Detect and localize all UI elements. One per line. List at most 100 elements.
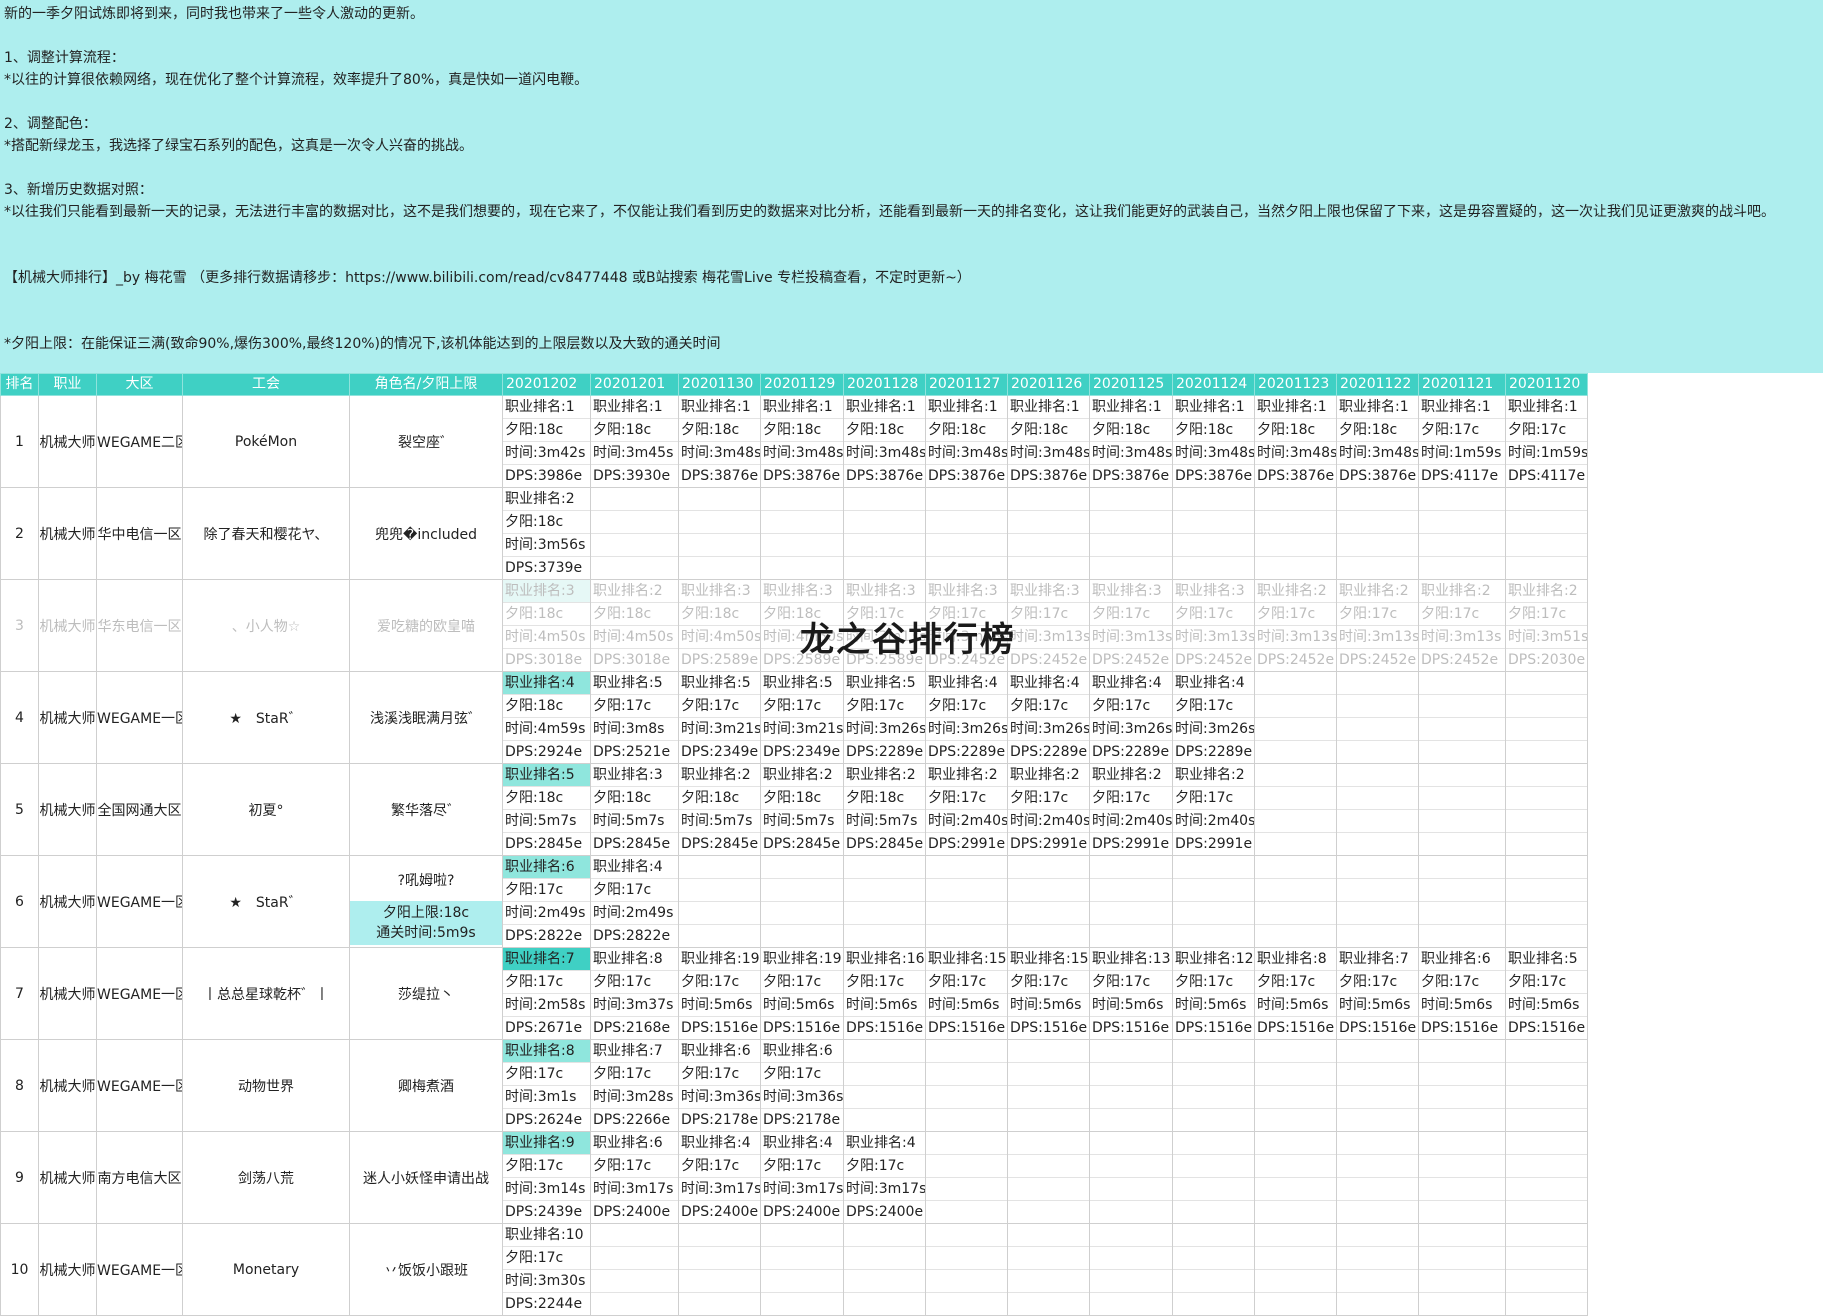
job-cell[interactable]: 机械大师	[38, 1223, 97, 1316]
daily-record-cell[interactable]: 职业排名:4 夕阳:18c 时间:4m59s DPS:2924e	[502, 671, 591, 764]
daily-record-cell[interactable]	[925, 1223, 1008, 1316]
region-cell[interactable]: 南方电信大区	[96, 1131, 183, 1224]
daily-record-cell[interactable]: 职业排名:1 夕阳:18c 时间:3m48s DPS:3876e	[1172, 395, 1255, 488]
daily-record-cell[interactable]: 职业排名:19 夕阳:17c 时间:5m6s DPS:1516e	[760, 947, 844, 1040]
daily-record-cell[interactable]	[1172, 1131, 1255, 1224]
guild-cell[interactable]: 剑荡八荒	[182, 1131, 350, 1224]
job-cell[interactable]: 机械大师	[38, 671, 97, 764]
character-name-cell[interactable]: ?吼姆啦? 夕阳上限:18c 通关时间:5m9s	[349, 855, 503, 948]
daily-record-cell[interactable]: 职业排名:2 夕阳:18c 时间:5m7s DPS:2845e	[843, 763, 926, 856]
daily-record-cell[interactable]	[590, 1223, 679, 1316]
daily-record-cell[interactable]	[1418, 1131, 1506, 1224]
daily-record-cell[interactable]	[678, 1223, 761, 1316]
date-column-header[interactable]: 20201201	[590, 373, 679, 396]
daily-record-cell[interactable]: 职业排名:10 夕阳:17c 时间:3m30s DPS:2244e	[502, 1223, 591, 1316]
rank-cell[interactable]: 5	[0, 763, 39, 856]
daily-record-cell[interactable]: 职业排名:2 夕阳:17c 时间:2m40s DPS:2991e	[925, 763, 1008, 856]
daily-record-cell[interactable]: 职业排名:2 夕阳:17c 时间:3m13s DPS:2452e	[1254, 579, 1337, 672]
daily-record-cell[interactable]: 职业排名:5 夕阳:17c 时间:5m6s DPS:1516e	[1505, 947, 1588, 1040]
character-name-cell[interactable]: 兜兜�included	[349, 487, 503, 580]
daily-record-cell[interactable]: 职业排名:7 夕阳:17c 时间:3m28s DPS:2266e	[590, 1039, 679, 1132]
table-row[interactable]: 1 机械大师 WEGAME二区 PokéMon 裂空座゛ 职业排名:1 夕阳:18c 时间:3…	[0, 395, 1588, 488]
table-row[interactable]: 5 机械大师 全国网通大区 初夏° 繁华落尽゛ 职业排名:5 夕阳:18c 时间:5m7s DP…	[0, 763, 1588, 856]
region-cell[interactable]: WEGAME二区	[96, 395, 183, 488]
daily-record-cell[interactable]: 职业排名:5 夕阳:17c 时间:3m21s DPS:2349e	[760, 671, 844, 764]
guild-cell[interactable]: ★ StaR゛	[182, 671, 350, 764]
job-cell[interactable]: 机械大师	[38, 855, 97, 948]
date-column-header[interactable]: 20201125	[1089, 373, 1173, 396]
daily-record-cell[interactable]: 职业排名:1 夕阳:18c 时间:3m42s DPS:3986e	[502, 395, 591, 488]
daily-record-cell[interactable]	[1418, 1039, 1506, 1132]
daily-record-cell[interactable]: 职业排名:13 夕阳:17c 时间:5m6s DPS:1516e	[1089, 947, 1173, 1040]
daily-record-cell[interactable]	[1172, 855, 1255, 948]
job-cell[interactable]: 机械大师	[38, 1131, 97, 1224]
daily-record-cell[interactable]	[1336, 1223, 1419, 1316]
column-header[interactable]: 大区	[96, 373, 183, 396]
daily-record-cell[interactable]	[1172, 1039, 1255, 1132]
daily-record-cell[interactable]	[1418, 763, 1506, 856]
daily-record-cell[interactable]: 职业排名:4 夕阳:17c 时间:3m17s DPS:2400e	[843, 1131, 926, 1224]
daily-record-cell[interactable]: 职业排名:19 夕阳:17c 时间:5m6s DPS:1516e	[678, 947, 761, 1040]
daily-record-cell[interactable]: 职业排名:3 夕阳:18c 时间:5m7s DPS:2845e	[590, 763, 679, 856]
rank-cell[interactable]: 9	[0, 1131, 39, 1224]
table-row[interactable]: 4 机械大师 WEGAME一区 ★ StaR゛ 浅溪浅眠满月弦゛ 职业排名:4 夕阳:18c…	[0, 671, 1588, 764]
daily-record-cell[interactable]: 职业排名:1 夕阳:18c 时间:3m48s DPS:3876e	[678, 395, 761, 488]
daily-record-cell[interactable]	[1505, 1131, 1588, 1224]
date-column-header[interactable]: 20201130	[678, 373, 761, 396]
date-column-header[interactable]: 20201128	[843, 373, 926, 396]
daily-record-cell[interactable]: 职业排名:5 夕阳:17c 时间:3m8s DPS:2521e	[590, 671, 679, 764]
daily-record-cell[interactable]: 职业排名:6 夕阳:17c 时间:3m36s DPS:2178e	[760, 1039, 844, 1132]
daily-record-cell[interactable]	[1418, 487, 1506, 580]
date-column-header[interactable]: 20201123	[1254, 373, 1337, 396]
daily-record-cell[interactable]: 职业排名:1 夕阳:18c 时间:3m48s DPS:3876e	[1007, 395, 1090, 488]
region-cell[interactable]: WEGAME一区	[96, 947, 183, 1040]
daily-record-cell[interactable]	[843, 487, 926, 580]
daily-record-cell[interactable]: 职业排名:6 夕阳:17c 时间:5m6s DPS:1516e	[1418, 947, 1506, 1040]
daily-record-cell[interactable]	[1336, 1039, 1419, 1132]
daily-record-cell[interactable]: 职业排名:2 夕阳:17c 时间:2m40s DPS:2991e	[1007, 763, 1090, 856]
daily-record-cell[interactable]: 职业排名:1 夕阳:17c 时间:1m59s DPS:4117e	[1418, 395, 1506, 488]
rank-cell[interactable]: 2	[0, 487, 39, 580]
daily-record-cell[interactable]: 职业排名:8 夕阳:17c 时间:5m6s DPS:1516e	[1254, 947, 1337, 1040]
daily-record-cell[interactable]	[1254, 487, 1337, 580]
character-name-cell[interactable]: 裂空座゛	[349, 395, 503, 488]
daily-record-cell[interactable]: 职业排名:4 夕阳:17c 时间:2m49s DPS:2822e	[590, 855, 679, 948]
daily-record-cell[interactable]	[1254, 763, 1337, 856]
daily-record-cell[interactable]: 职业排名:3 夕阳:17c 时间:3m13s DPS:2452e	[1089, 579, 1173, 672]
daily-record-cell[interactable]	[925, 855, 1008, 948]
daily-record-cell[interactable]	[1254, 855, 1337, 948]
guild-cell[interactable]: 初夏°	[182, 763, 350, 856]
daily-record-cell[interactable]	[1089, 487, 1173, 580]
table-row[interactable]: 8 机械大师 WEGAME一区 动物世界 卿梅煮酒 职业排名:8 夕阳:17c 时间:3m1s…	[0, 1039, 1588, 1132]
daily-record-cell[interactable]: 职业排名:5 夕阳:17c 时间:3m26s DPS:2289e	[843, 671, 926, 764]
daily-record-cell[interactable]: 职业排名:2 夕阳:18c 时间:5m7s DPS:2845e	[678, 763, 761, 856]
daily-record-cell[interactable]: 职业排名:1 夕阳:18c 时间:3m48s DPS:3876e	[1336, 395, 1419, 488]
daily-record-cell[interactable]	[1089, 1223, 1173, 1316]
daily-record-cell[interactable]: 职业排名:1 夕阳:18c 时间:3m48s DPS:3876e	[1089, 395, 1173, 488]
region-cell[interactable]: WEGAME一区	[96, 671, 183, 764]
daily-record-cell[interactable]: 职业排名:3 夕阳:18c 时间:4m50s DPS:2589e	[678, 579, 761, 672]
table-row[interactable]: 10 机械大师 WEGAME一区 Monetary 丷饭饭小跟班 职业排名:10 夕阳:17…	[0, 1223, 1588, 1316]
rank-cell[interactable]: 8	[0, 1039, 39, 1132]
table-row[interactable]: 3 机械大师 华东电信一区 、小人物☆ 爱吃糖的欧皇喵 职业排名:3 夕阳:18c 时间:4m…	[0, 579, 1588, 672]
daily-record-cell[interactable]	[925, 1039, 1008, 1132]
daily-record-cell[interactable]: 职业排名:2 夕阳:17c 时间:3m13s DPS:2452e	[1336, 579, 1419, 672]
daily-record-cell[interactable]: 职业排名:9 夕阳:17c 时间:3m14s DPS:2439e	[502, 1131, 591, 1224]
daily-record-cell[interactable]: 职业排名:3 夕阳:17c 时间:3m13s DPS:2452e	[1172, 579, 1255, 672]
daily-record-cell[interactable]: 职业排名:5 夕阳:18c 时间:5m7s DPS:2845e	[502, 763, 591, 856]
rank-cell[interactable]: 3	[0, 579, 39, 672]
rank-cell[interactable]: 10	[0, 1223, 39, 1316]
daily-record-cell[interactable]	[1336, 487, 1419, 580]
daily-record-cell[interactable]: 职业排名:8 夕阳:17c 时间:3m1s DPS:2624e	[502, 1039, 591, 1132]
daily-record-cell[interactable]	[1007, 1223, 1090, 1316]
daily-record-cell[interactable]	[1505, 855, 1588, 948]
guild-cell[interactable]: Monetary	[182, 1223, 350, 1316]
daily-record-cell[interactable]	[1505, 1039, 1588, 1132]
daily-record-cell[interactable]	[843, 1039, 926, 1132]
daily-record-cell[interactable]	[678, 855, 761, 948]
rank-cell[interactable]: 4	[0, 671, 39, 764]
date-column-header[interactable]: 20201129	[760, 373, 844, 396]
table-row[interactable]: 6 机械大师 WEGAME一区 ★ StaR゛ ?吼姆啦? 夕阳上限:18c 通关时间:5m…	[0, 855, 1588, 948]
daily-record-cell[interactable]	[760, 855, 844, 948]
column-header[interactable]: 职业	[38, 373, 97, 396]
